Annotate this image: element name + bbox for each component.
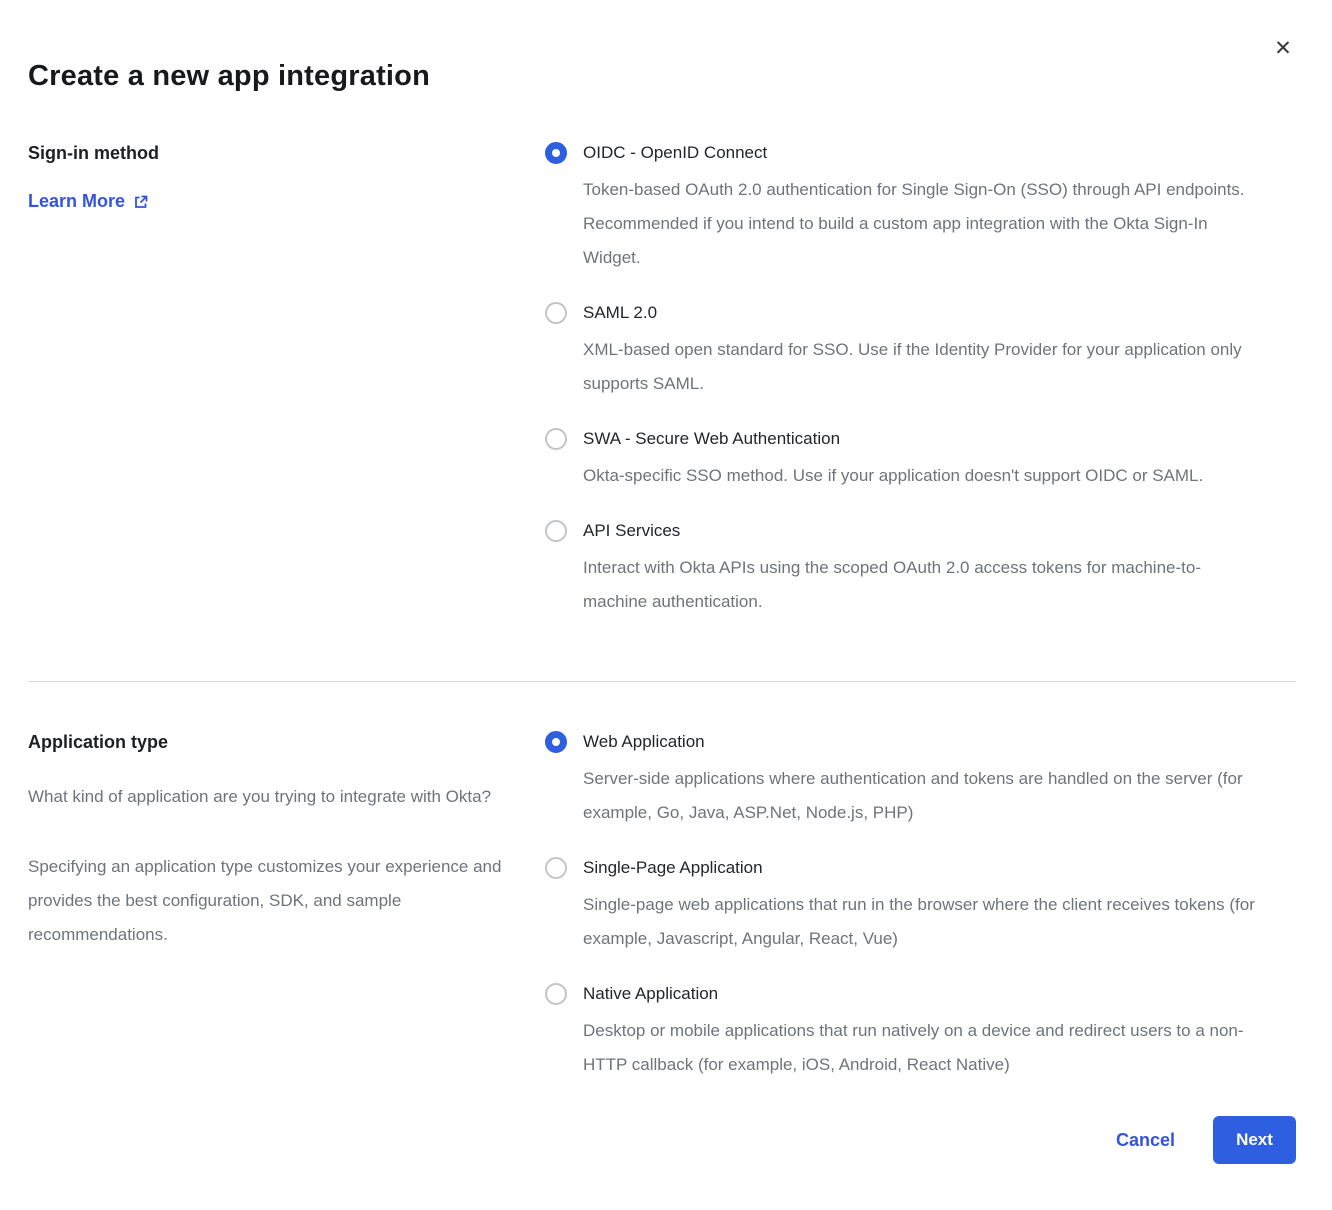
radio-option-oidc[interactable]: OIDC - OpenID Connect Token-based OAuth … [545, 141, 1260, 275]
option-label: Web Application [583, 730, 1260, 754]
option-label: Native Application [583, 982, 1260, 1006]
learn-more-link[interactable]: Learn More [28, 191, 149, 212]
option-description: Interact with Okta APIs using the scoped… [583, 551, 1260, 619]
next-button[interactable]: Next [1213, 1116, 1296, 1164]
radio-option-saml[interactable]: SAML 2.0 XML-based open standard for SSO… [545, 301, 1260, 401]
option-label: Single-Page Application [583, 856, 1260, 880]
application-type-section: Application type What kind of applicatio… [28, 730, 1296, 1082]
radio-option-swa[interactable]: SWA - Secure Web Authentication Okta-spe… [545, 427, 1260, 493]
signin-method-section: Sign-in method Learn More OIDC - OpenID … [28, 141, 1296, 619]
radio-icon-swa[interactable] [545, 428, 567, 450]
option-description: Single-page web applications that run in… [583, 888, 1260, 956]
option-label: OIDC - OpenID Connect [583, 141, 1260, 165]
option-description: Token-based OAuth 2.0 authentication for… [583, 173, 1260, 275]
radio-icon-api-services[interactable] [545, 520, 567, 542]
page-title: Create a new app integration [28, 0, 1296, 93]
section-divider [28, 681, 1296, 682]
application-type-helper: Specifying an application type customize… [28, 850, 521, 952]
option-description: Desktop or mobile applications that run … [583, 1014, 1260, 1082]
radio-option-api-services[interactable]: API Services Interact with Okta APIs usi… [545, 519, 1260, 619]
option-description: XML-based open standard for SSO. Use if … [583, 333, 1260, 401]
create-app-integration-dialog: ✕ Create a new app integration Sign-in m… [0, 0, 1332, 1210]
dialog-footer: Cancel Next [1116, 1116, 1296, 1164]
application-type-intro: What kind of application are you trying … [28, 780, 521, 814]
radio-icon-native-application[interactable] [545, 983, 567, 1005]
cancel-button[interactable]: Cancel [1116, 1130, 1175, 1151]
radio-option-native-application[interactable]: Native Application Desktop or mobile app… [545, 982, 1260, 1082]
option-description: Okta-specific SSO method. Use if your ap… [583, 459, 1203, 493]
close-icon[interactable]: ✕ [1270, 36, 1296, 62]
radio-icon-saml[interactable] [545, 302, 567, 324]
option-label: SWA - Secure Web Authentication [583, 427, 1203, 451]
radio-icon-oidc[interactable] [545, 142, 567, 164]
radio-option-single-page-application[interactable]: Single-Page Application Single-page web … [545, 856, 1260, 956]
option-description: Server-side applications where authentic… [583, 762, 1260, 830]
option-label: SAML 2.0 [583, 301, 1260, 325]
application-type-label: Application type [28, 730, 521, 754]
external-link-icon [133, 194, 149, 210]
option-label: API Services [583, 519, 1260, 543]
radio-icon-single-page-application[interactable] [545, 857, 567, 879]
signin-method-label: Sign-in method [28, 141, 521, 165]
learn-more-label: Learn More [28, 191, 125, 212]
radio-option-web-application[interactable]: Web Application Server-side applications… [545, 730, 1260, 830]
radio-icon-web-application[interactable] [545, 731, 567, 753]
